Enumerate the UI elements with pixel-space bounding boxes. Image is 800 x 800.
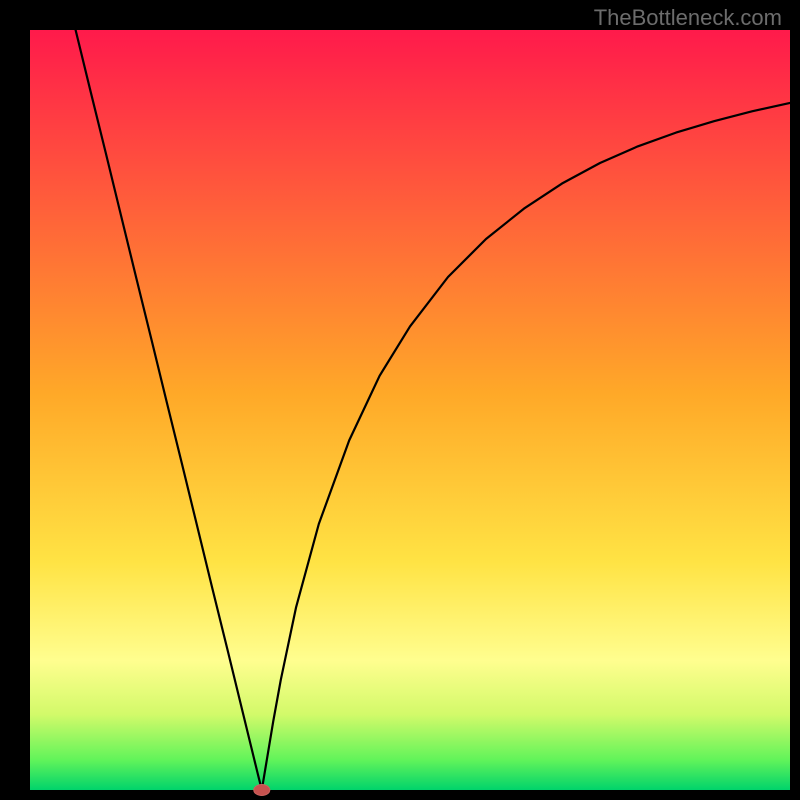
minimum-marker xyxy=(254,785,270,796)
chart-frame: TheBottleneck.com xyxy=(0,0,800,800)
plot-svg xyxy=(0,0,800,800)
watermark-text: TheBottleneck.com xyxy=(594,5,782,31)
plot-background xyxy=(30,30,790,790)
